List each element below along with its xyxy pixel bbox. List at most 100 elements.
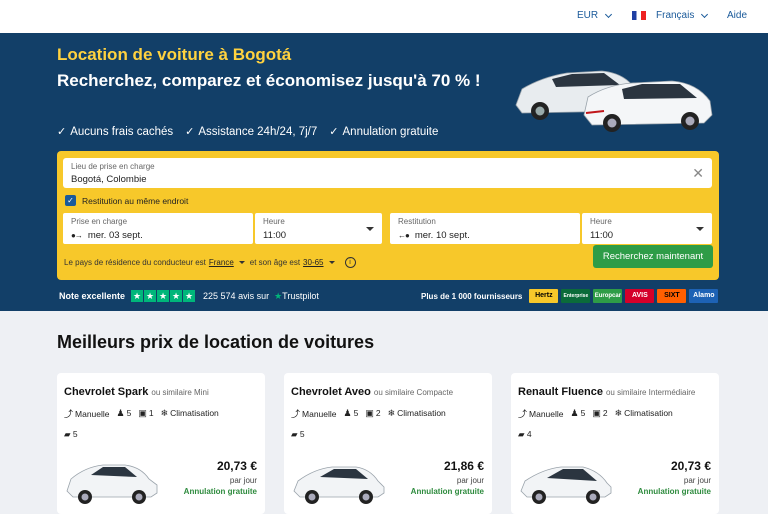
- car-card[interactable]: Renault Fluence ou similaire Intermédiair…: [511, 373, 719, 514]
- rating-stars: ★ ★ ★ ★ ★: [131, 290, 196, 302]
- search-form: Lieu de prise en charge Bogotá, Colombie…: [57, 151, 719, 280]
- residence-country-selector[interactable]: France: [209, 258, 234, 267]
- star-icon: ★: [131, 290, 144, 302]
- car-price: 20,73 €: [670, 459, 711, 473]
- check-icon: ✓: [185, 126, 195, 138]
- car-name-wrap: Chevrolet Aveo ou similaire Compacte: [291, 386, 453, 398]
- trustpilot-logo[interactable]: ★Trustpilot: [274, 291, 319, 302]
- doors-row: ▰ 5: [64, 429, 78, 440]
- pickup-date-value: mer. 03 sept.: [87, 230, 143, 241]
- checkbox-checked-icon[interactable]: ✓: [65, 195, 76, 206]
- feature-item: ✓ Annulation gratuite: [329, 126, 439, 138]
- transmission: Manuelle: [302, 409, 337, 419]
- seat-icon: ♟: [116, 408, 125, 418]
- providers-label: Plus de 1 000 fournisseurs: [421, 291, 523, 301]
- car-card[interactable]: Chevrolet Aveo ou similaire Compacte ⤴ Man…: [284, 373, 492, 514]
- luggage: 2: [375, 408, 381, 418]
- hero-cars-image: [515, 70, 713, 132]
- doors-row: ▰ 4: [518, 429, 532, 440]
- check-icon: ✓: [329, 126, 339, 138]
- caret-down-icon: [696, 227, 704, 231]
- doors: 5: [299, 429, 305, 439]
- car-specs: ⤴ Manuelle ♟ 5 ▣ 2 ❄ Climatisation: [291, 407, 446, 420]
- free-cancellation: Annulation gratuite: [410, 487, 484, 496]
- doors-row: ▰ 5: [291, 429, 305, 440]
- transmission: Manuelle: [75, 409, 110, 419]
- residence-text: Le pays de résidence du conducteur est: [64, 258, 206, 267]
- return-date-field[interactable]: Restitution ←● mer. 10 sept.: [390, 213, 580, 244]
- car-name: Chevrolet Spark: [64, 386, 149, 398]
- caret-down-icon: [366, 227, 374, 231]
- chevron-down-icon: [605, 10, 613, 18]
- return-arrow-icon: ←●: [398, 231, 410, 240]
- car-specs: ⤴ Manuelle ♟ 5 ▣ 2 ❄ Climatisation: [518, 407, 673, 420]
- pickup-location-value[interactable]: Bogotá, Colombie: [71, 174, 147, 185]
- feature-list: ✓ Aucuns frais cachés ✓ Assistance 24h/24,…: [57, 125, 438, 138]
- europcar-logo: Europcar: [593, 289, 623, 303]
- check-icon: ✓: [57, 126, 67, 138]
- seats: 5: [353, 408, 359, 418]
- hertz-logo: Hertz: [529, 289, 559, 303]
- review-count: 225 574 avis sur: [203, 291, 270, 301]
- caret-down-icon: [328, 261, 335, 264]
- return-time-field[interactable]: Heure 11:00: [582, 213, 712, 244]
- free-cancellation: Annulation gratuite: [637, 487, 711, 496]
- car-category: ou similaire Mini: [151, 388, 209, 397]
- language-label: Français: [656, 10, 695, 21]
- seats: 5: [580, 408, 586, 418]
- luggage-icon: ▣: [592, 408, 601, 418]
- hero-subtitle: Recherchez, comparez et économisez jusqu…: [57, 71, 481, 90]
- driver-residence-row: Le pays de résidence du conducteur est F…: [64, 257, 356, 268]
- enterprise-logo: Enterprise: [561, 289, 591, 303]
- caret-down-icon: [238, 261, 245, 264]
- car-specs: ⤴ Manuelle ♟ 5 ▣ 1 ❄ Climatisation: [64, 407, 219, 420]
- door-icon: ▰: [291, 429, 298, 439]
- trustpilot-bar: Note excellente ★ ★ ★ ★ ★ 225 574 avis s…: [59, 290, 319, 302]
- snowflake-icon: ❄: [160, 408, 169, 418]
- return-time-value: 11:00: [590, 230, 614, 241]
- transmission: Manuelle: [529, 409, 564, 419]
- car-card[interactable]: Chevrolet Spark ou similaire Mini ⤴ Manuel…: [57, 373, 265, 514]
- info-icon[interactable]: i: [344, 257, 356, 268]
- feature-item: ✓ Aucuns frais cachés: [57, 126, 174, 138]
- luggage-icon: ▣: [365, 408, 374, 418]
- pickup-date-field[interactable]: Prise en charge ●→ mer. 03 sept.: [63, 213, 253, 244]
- car-category: ou similaire Compacte: [373, 388, 454, 397]
- gear-shift-icon: ⤴: [291, 409, 301, 419]
- luggage: 2: [602, 408, 608, 418]
- same-location-checkbox[interactable]: ✓ Restitution au même endroit: [65, 195, 188, 206]
- hero-section: Location de voiture à Bogotá Recherchez,…: [0, 33, 768, 311]
- currency-label: EUR: [577, 10, 599, 21]
- search-button[interactable]: Recherchez maintenant: [593, 245, 713, 268]
- pickup-arrow-icon: ●→: [71, 231, 83, 240]
- age-selector[interactable]: 30-65: [303, 258, 323, 267]
- car-name: Chevrolet Aveo: [291, 386, 371, 398]
- car-image: [293, 466, 385, 504]
- return-date-value-wrap: ←● mer. 10 sept.: [398, 230, 470, 241]
- star-icon: ★: [183, 290, 196, 302]
- luggage: 1: [148, 408, 154, 418]
- language-selector[interactable]: Français: [632, 10, 709, 21]
- pickup-date-value-wrap: ●→ mer. 03 sept.: [71, 230, 143, 241]
- seat-icon: ♟: [570, 408, 579, 418]
- star-icon: ★: [144, 290, 157, 302]
- air-conditioning: Climatisation: [397, 408, 446, 418]
- avis-logo: AVIS: [625, 289, 655, 303]
- return-date-value: mer. 10 sept.: [414, 230, 470, 241]
- pickup-time-field[interactable]: Heure 11:00: [255, 213, 382, 244]
- star-icon: ★: [157, 290, 170, 302]
- luggage-icon: ▣: [138, 408, 147, 418]
- sixt-logo: SIXT: [657, 289, 687, 303]
- door-icon: ▰: [518, 429, 525, 439]
- seat-icon: ♟: [343, 408, 352, 418]
- free-cancellation: Annulation gratuite: [183, 487, 257, 496]
- gear-shift-icon: ⤴: [518, 409, 528, 419]
- currency-selector[interactable]: EUR: [577, 10, 613, 21]
- pickup-location-field[interactable]: Lieu de prise en charge Bogotá, Colombie…: [63, 158, 712, 188]
- same-location-label: Restitution au même endroit: [82, 195, 189, 206]
- per-day-label: par jour: [456, 476, 484, 485]
- door-icon: ▰: [64, 429, 71, 439]
- clear-icon[interactable]: ✕: [692, 165, 704, 182]
- help-link[interactable]: Aide: [727, 10, 747, 21]
- rating-label: Note excellente: [59, 291, 126, 301]
